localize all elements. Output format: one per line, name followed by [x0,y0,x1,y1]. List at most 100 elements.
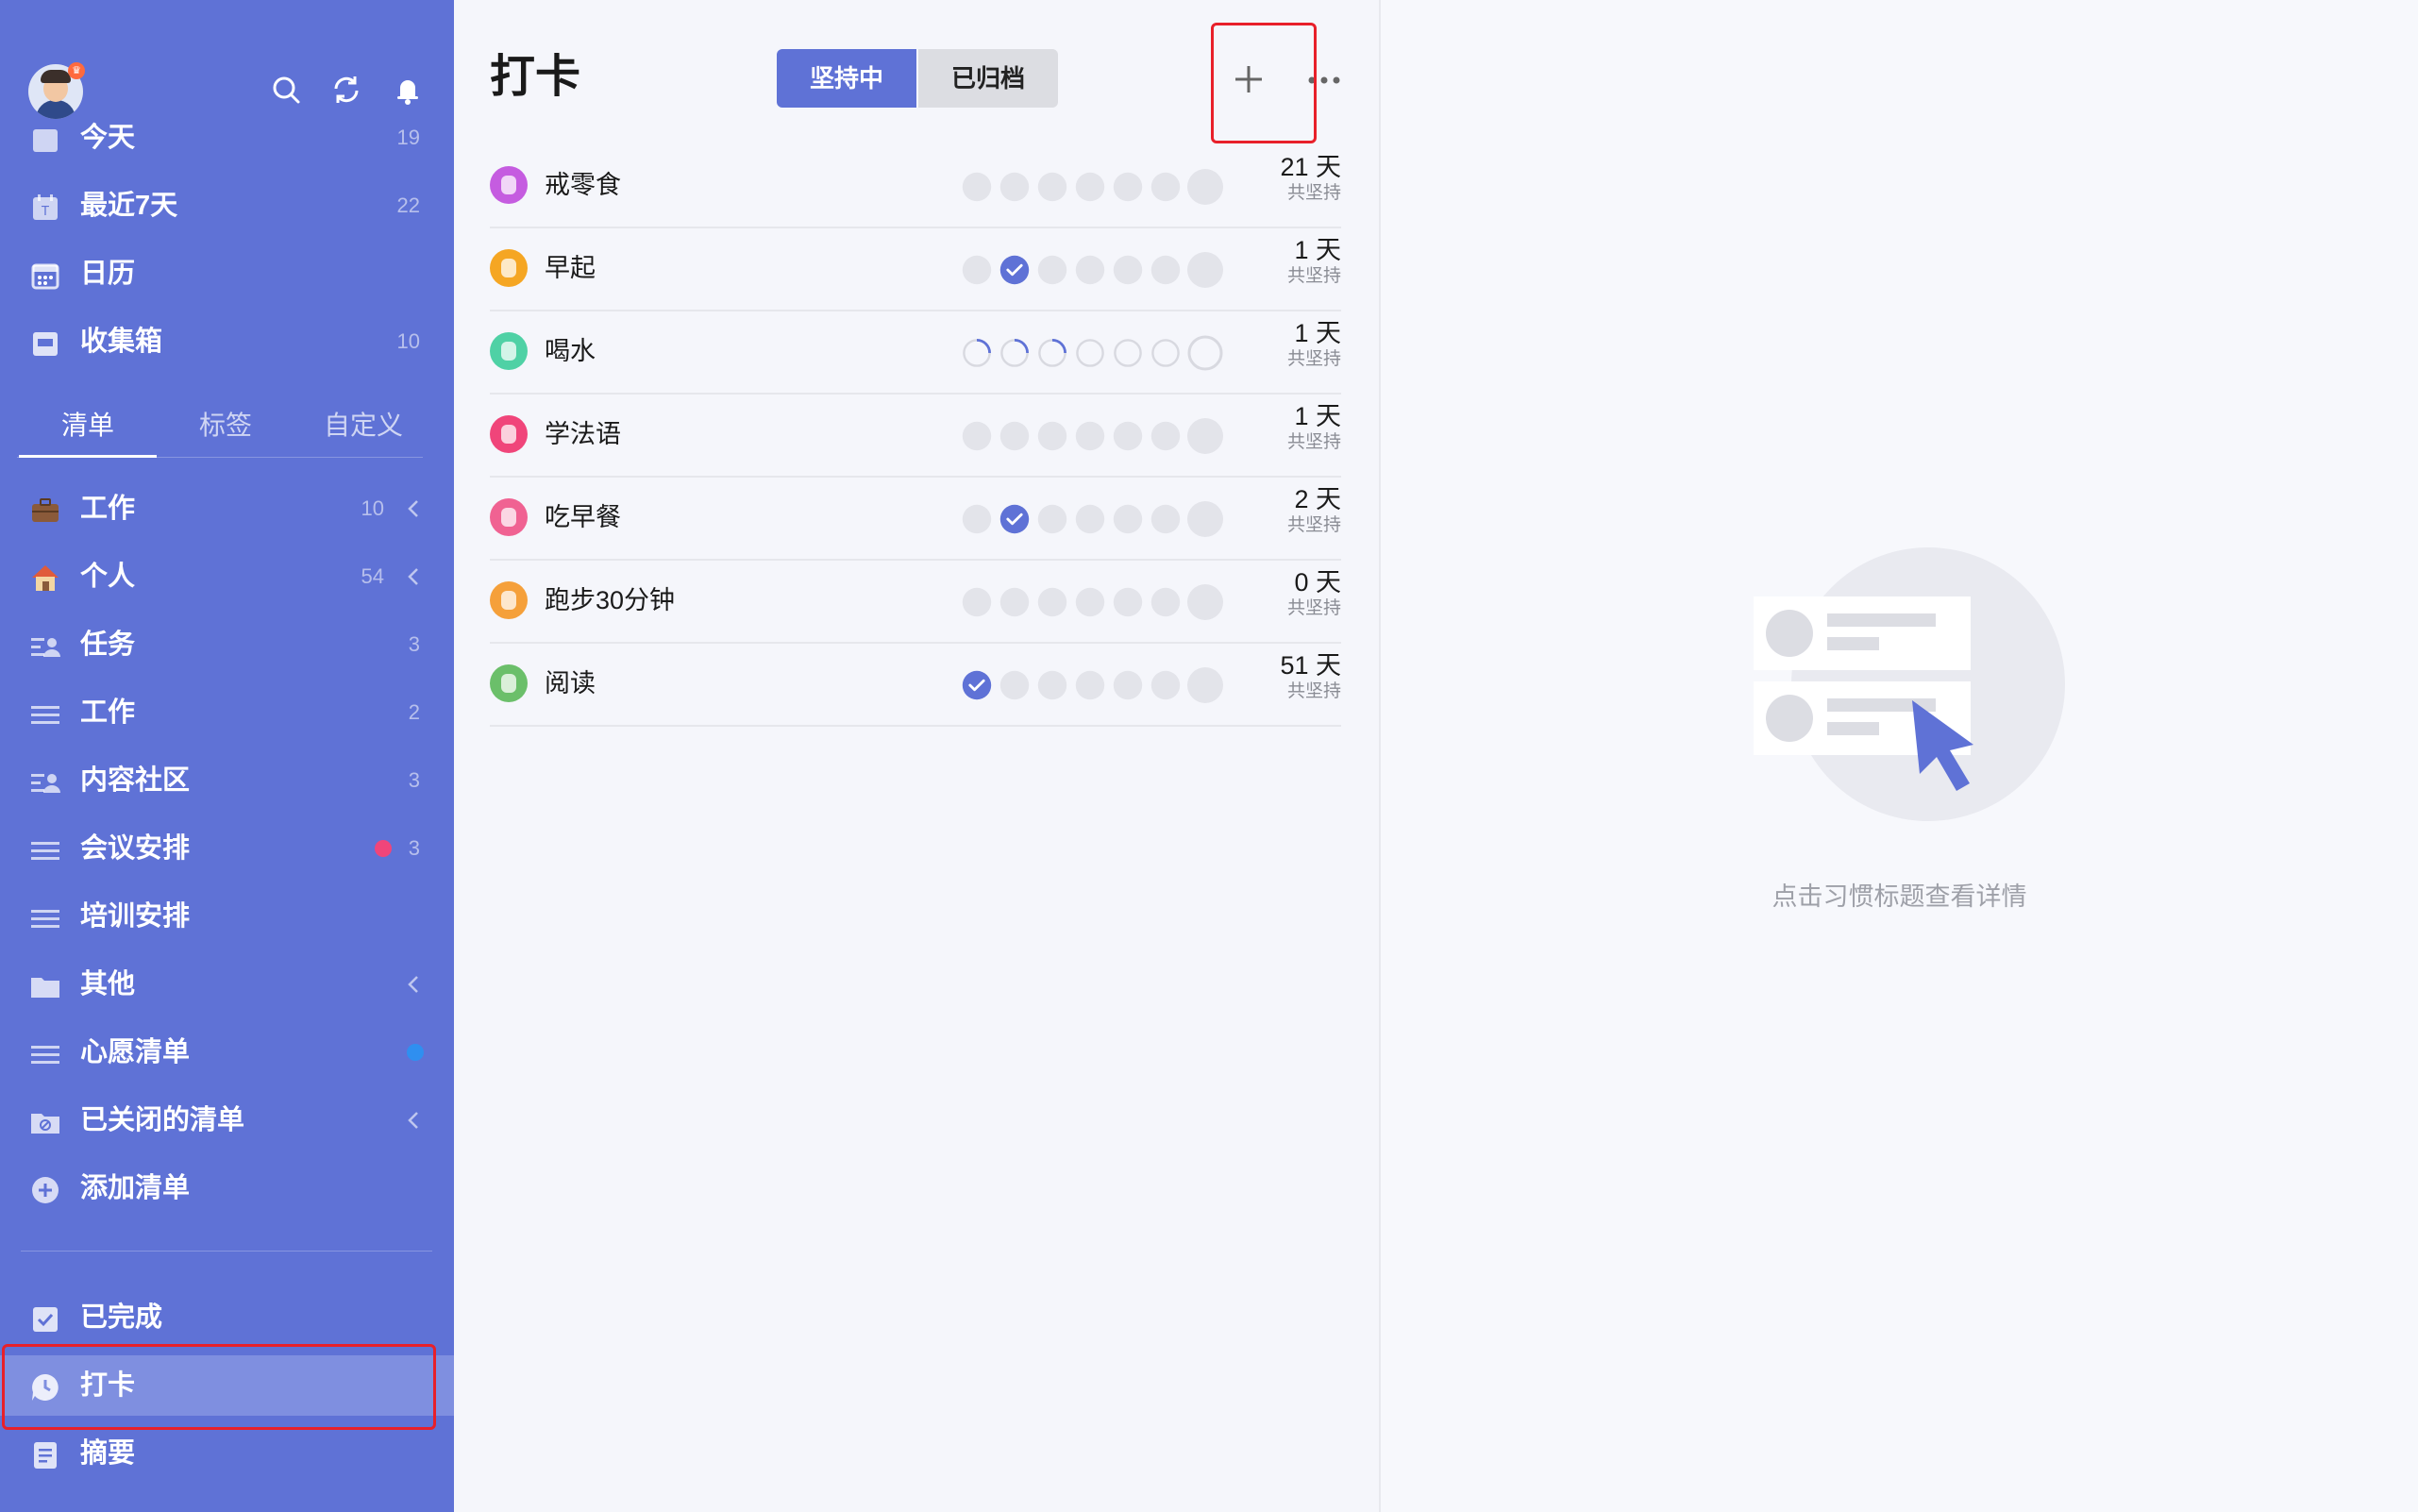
list-item-training[interactable]: 培训安排 [0,886,454,947]
day-checkin-empty[interactable] [1075,255,1105,285]
habit-name[interactable]: 吃早餐 [545,500,621,534]
list-item-other[interactable]: 其他 [0,954,454,1015]
day-checkin-outline[interactable] [1150,338,1181,368]
sidebar-divider [21,1251,432,1252]
habit-row[interactable]: 跑步30分钟 0 天共坚持 [490,559,1341,644]
list-item-work[interactable]: 工作 10 [0,479,454,539]
list-item-closed-lists[interactable]: 已关闭的清单 [0,1090,454,1151]
day-checkin-empty[interactable] [1186,500,1224,538]
day-checkin-empty[interactable] [1150,255,1181,285]
day-checkin-empty[interactable] [1037,172,1067,202]
day-checkin-empty[interactable] [962,172,992,202]
tab-tags[interactable]: 标签 [157,396,294,455]
day-checkin-empty[interactable] [1113,504,1143,534]
nav-calendar[interactable]: 日历 [0,244,454,304]
day-checkin-empty[interactable] [1150,670,1181,700]
day-checkin-empty[interactable] [1113,172,1143,202]
day-checkin-empty[interactable] [1186,168,1224,206]
tab-lists[interactable]: 清单 [19,396,157,458]
highlight-box-add [1211,23,1317,143]
list-item-work-2[interactable]: 工作 2 [0,682,454,743]
day-checkin-empty[interactable] [1186,583,1224,621]
list-item-meetings[interactable]: 会议安排 3 [0,818,454,879]
day-checkin-empty[interactable] [962,421,992,451]
day-checkin-partial[interactable] [999,338,1030,368]
day-checkin-empty[interactable] [1150,504,1181,534]
day-checkin-outline[interactable] [1186,334,1224,372]
habit-name[interactable]: 跑步30分钟 [545,583,675,617]
day-checkin-empty[interactable] [1150,587,1181,617]
habit-row[interactable]: 阅读 51 天共坚持 [490,642,1341,727]
habit-name[interactable]: 阅读 [545,666,596,700]
day-checkin-done[interactable] [999,255,1030,285]
habit-row[interactable]: 早起 1 天共坚持 [490,227,1341,311]
chevron-left-icon[interactable] [404,565,423,588]
day-checkin-empty[interactable] [1037,587,1067,617]
chevron-left-icon[interactable] [404,497,423,520]
day-checkin-empty[interactable] [1037,504,1067,534]
streak-days: 51 天 [1280,651,1341,680]
day-checkin-empty[interactable] [1075,421,1105,451]
habit-row[interactable]: 吃早餐 2 天共坚持 [490,476,1341,561]
habit-name[interactable]: 早起 [545,251,596,285]
day-checkin-done[interactable] [999,504,1030,534]
day-checkin-empty[interactable] [999,421,1030,451]
habit-name[interactable]: 喝水 [545,334,596,368]
segment-archived[interactable]: 已归档 [918,49,1058,108]
day-checkin-empty[interactable] [962,504,992,534]
list-icon [31,910,59,928]
nav-next-7-days[interactable]: T 最近7天 22 [0,176,454,236]
day-checkin-empty[interactable] [1113,670,1143,700]
segment-active[interactable]: 坚持中 [777,49,916,108]
day-checkin-empty[interactable] [1150,172,1181,202]
day-checkin-empty[interactable] [1075,670,1105,700]
day-checkin-empty[interactable] [999,670,1030,700]
habit-name[interactable]: 学法语 [545,417,621,451]
bell-icon[interactable] [392,74,424,106]
day-checkin-outline[interactable] [1075,338,1105,368]
day-checkin-empty[interactable] [1037,670,1067,700]
day-checkin-empty[interactable] [1113,255,1143,285]
day-checkin-empty[interactable] [1186,666,1224,704]
day-checkin-empty[interactable] [1150,421,1181,451]
day-checkin-empty[interactable] [1075,587,1105,617]
day-checkin-partial[interactable] [962,338,992,368]
day-checkin-empty[interactable] [1075,172,1105,202]
day-checkin-empty[interactable] [1075,504,1105,534]
day-checkin-done[interactable] [962,670,992,700]
list-item-wishlist[interactable]: 心愿清单 [0,1022,454,1083]
day-checkin-empty[interactable] [1037,421,1067,451]
list-icon [31,1046,59,1064]
day-checkin-empty[interactable] [1037,255,1067,285]
add-list-button[interactable]: 添加清单 [0,1158,454,1218]
day-checkin-outline[interactable] [1113,338,1143,368]
tab-custom[interactable]: 自定义 [294,396,432,455]
list-item-content-community[interactable]: 内容社区 3 [0,750,454,811]
day-checkin-empty[interactable] [1186,417,1224,455]
day-checkin-empty[interactable] [1186,251,1224,289]
list-label: 心愿清单 [80,1037,191,1067]
day-checkin-empty[interactable] [962,587,992,617]
chevron-left-icon[interactable] [404,973,423,996]
list-label: 添加清单 [80,1173,191,1203]
habit-name[interactable]: 戒零食 [545,168,621,202]
nav-summary[interactable]: 摘要 [0,1423,454,1484]
chevron-left-icon[interactable] [404,1109,423,1132]
nav-today[interactable]: 今天 19 [0,108,454,168]
day-checkin-partial[interactable] [1037,338,1067,368]
list-item-tasks[interactable]: 任务 3 [0,614,454,675]
day-checkin-empty[interactable] [962,255,992,285]
habit-row[interactable]: 喝水 1 天共坚持 [490,310,1341,395]
nav-inbox[interactable]: 收集箱 10 [0,311,454,372]
habit-row[interactable]: 戒零食 21 天共坚持 [490,143,1341,228]
sync-icon[interactable] [330,74,362,106]
day-checkin-empty[interactable] [999,172,1030,202]
habit-row[interactable]: 学法语 1 天共坚持 [490,393,1341,478]
nav-completed[interactable]: 已完成 [0,1287,454,1348]
day-checkin-empty[interactable] [1113,421,1143,451]
weekly-checkin-strip [962,666,1245,704]
list-item-personal[interactable]: 个人 54 [0,546,454,607]
day-checkin-empty[interactable] [1113,587,1143,617]
search-icon[interactable] [270,74,302,106]
day-checkin-empty[interactable] [999,587,1030,617]
